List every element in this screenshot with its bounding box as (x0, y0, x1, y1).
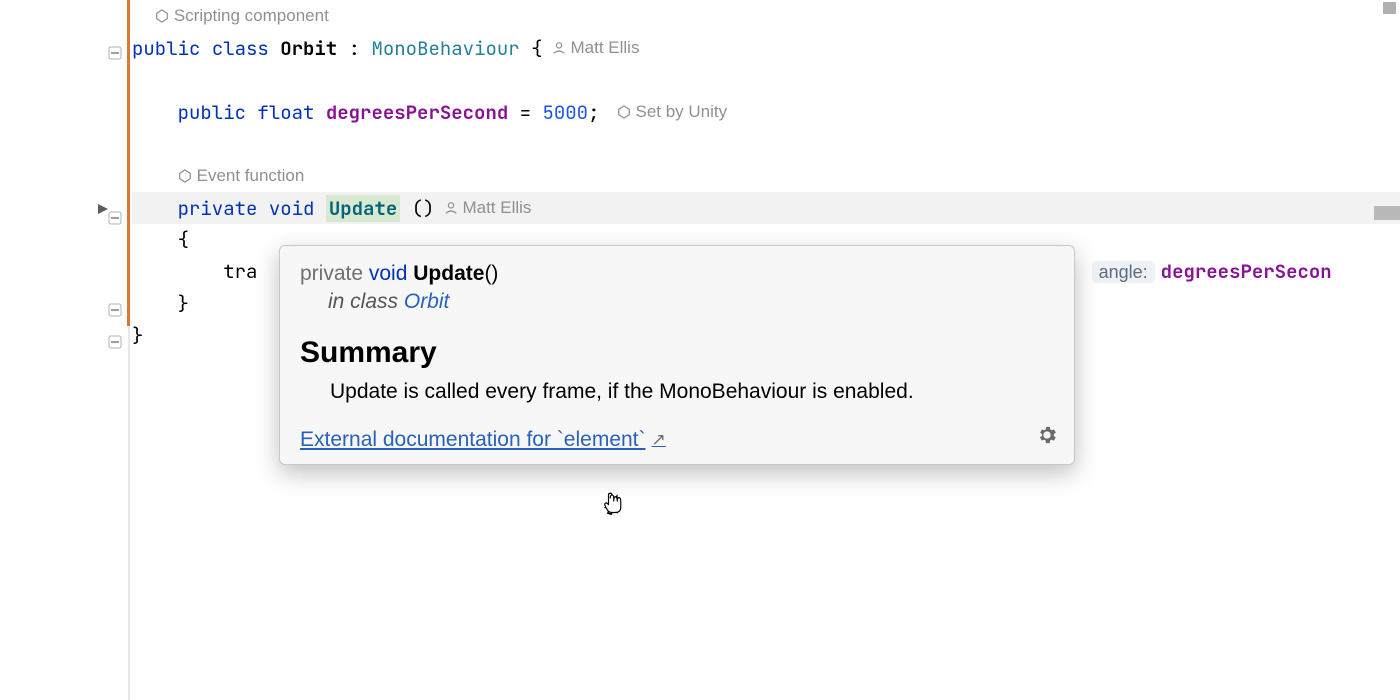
fold-collapse-icon[interactable] (106, 209, 124, 227)
scrollbar-marker[interactable] (1383, 2, 1396, 14)
hint-text: Event function (197, 160, 305, 192)
hint-text: Set by Unity (635, 96, 727, 128)
mouse-cursor-icon (598, 488, 626, 516)
base-type: MonoBehaviour (371, 36, 519, 61)
keyword-private: private (178, 196, 258, 221)
external-link-icon: ↗ (652, 430, 666, 450)
keyword-private: private (300, 262, 363, 285)
code-hint-line: Scripting component (132, 0, 1400, 32)
parens: () (412, 196, 435, 221)
person-icon (552, 41, 566, 55)
author-name: Matt Ellis (570, 32, 639, 64)
fold-end-icon[interactable] (106, 333, 124, 351)
code-line-current[interactable]: private void Update () Matt Ellis (132, 192, 1400, 224)
method-identifier[interactable]: Update (326, 195, 400, 222)
class-identifier: Orbit (280, 36, 337, 61)
label: in class (328, 290, 404, 313)
fold-end-icon[interactable] (106, 301, 124, 319)
keyword-float: float (257, 100, 314, 125)
keyword-void: void (369, 262, 408, 285)
code-line-blank[interactable] (132, 128, 1400, 160)
unity-script-hint: Scripting component (155, 0, 329, 32)
unity-icon (155, 9, 169, 23)
method-identifier: Update (413, 262, 484, 285)
gear-icon[interactable] (1036, 424, 1058, 452)
code-hint-line: Event function (132, 160, 1400, 192)
brace: { (531, 36, 542, 61)
brace: } (132, 323, 143, 348)
editor-gutter (0, 0, 128, 700)
keyword-public: public (178, 100, 246, 125)
colon: : (349, 36, 360, 61)
brace: { (178, 227, 189, 252)
hint-text: Scripting component (174, 0, 329, 32)
author-annotation: Matt Ellis (552, 32, 639, 64)
unity-icon (178, 169, 192, 183)
popup-containing-class: in class Orbit (300, 290, 1054, 314)
external-docs-link[interactable]: External documentation for `element` ↗ (300, 428, 666, 452)
change-marker (127, 0, 130, 326)
semicolon: ; (588, 100, 599, 125)
code-line[interactable]: public class Orbit : MonoBehaviour { Matt… (132, 32, 1400, 64)
unity-set-hint: Set by Unity (617, 96, 727, 128)
event-function-hint: Event function (178, 160, 305, 192)
popup-signature: private void Update() (300, 262, 1054, 286)
field-identifier: degreesPerSecond (326, 100, 508, 125)
equals: = (520, 100, 531, 125)
unity-icon (617, 105, 631, 119)
keyword-public: public (132, 36, 200, 61)
keyword-class: class (212, 36, 269, 61)
code-line[interactable]: public float degreesPerSecond = 5000; Set… (132, 96, 1400, 128)
author-name: Matt Ellis (462, 192, 531, 224)
class-link[interactable]: Orbit (404, 290, 450, 313)
summary-heading: Summary (300, 336, 1054, 370)
quick-doc-popup: private void Update() in class Orbit Sum… (279, 245, 1075, 465)
parameter-hint: angle: (1092, 261, 1155, 283)
person-icon (444, 201, 458, 215)
parens: () (484, 262, 498, 285)
fold-collapse-icon[interactable] (106, 44, 124, 62)
scrollbar-marker[interactable] (1374, 206, 1400, 220)
link-text: External documentation for `element` (300, 428, 646, 452)
numeric-literal: 5000 (542, 100, 588, 125)
summary-text: Update is called every frame, if the Mon… (300, 380, 1054, 404)
identifier-fragment: tra (223, 259, 257, 284)
identifier-fragment: degreesPerSecon (1161, 259, 1332, 284)
author-annotation: Matt Ellis (444, 192, 531, 224)
brace: } (178, 291, 189, 316)
keyword-void: void (269, 196, 315, 221)
code-line-blank[interactable] (132, 64, 1400, 96)
